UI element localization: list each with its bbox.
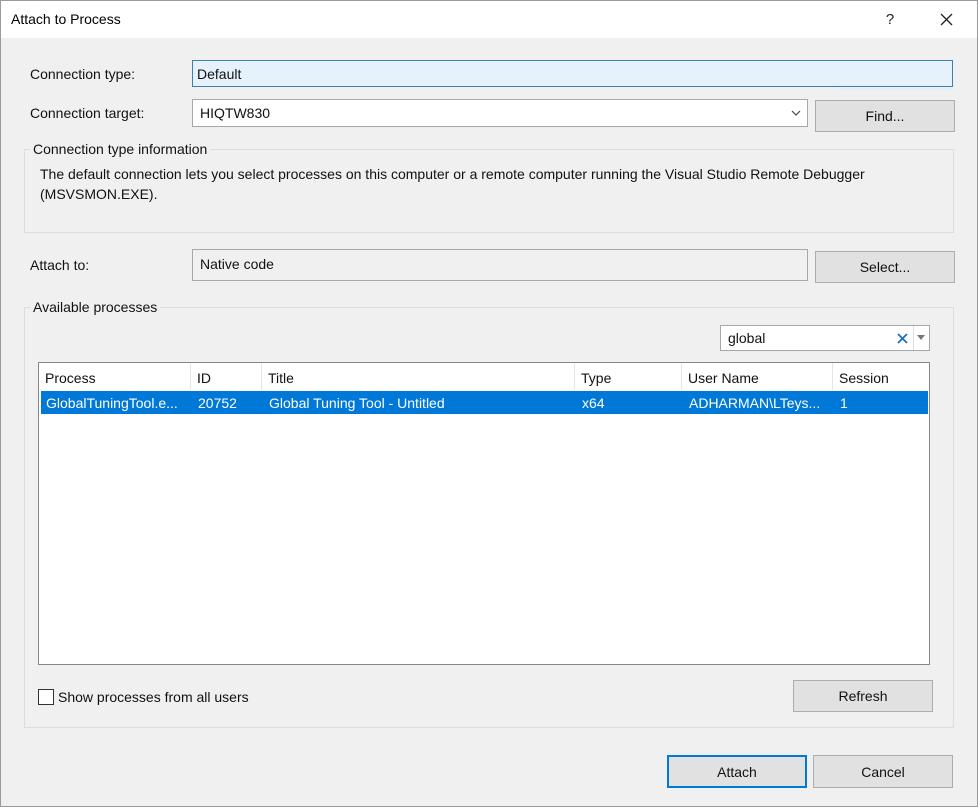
connection-type-dropdown[interactable]: Default: [192, 60, 953, 87]
column-header-id[interactable]: ID: [191, 363, 262, 390]
available-processes-title: Available processes: [30, 299, 161, 315]
search-divider: [913, 326, 914, 350]
connection-target-value: HIQTW830: [200, 105, 271, 121]
column-header-process[interactable]: Process: [39, 363, 191, 390]
column-header-user-name[interactable]: User Name: [682, 363, 833, 390]
process-filter-search[interactable]: global: [720, 325, 930, 351]
cell-session: 1: [840, 395, 848, 411]
help-button[interactable]: ?: [867, 1, 913, 38]
select-code-type-button[interactable]: Select...: [815, 251, 955, 283]
close-button[interactable]: [923, 1, 969, 38]
refresh-button[interactable]: Refresh: [793, 680, 933, 712]
column-header-session[interactable]: Session: [833, 363, 929, 390]
help-icon: ?: [885, 11, 895, 28]
attach-to-field: Native code: [192, 249, 808, 281]
close-icon: [940, 13, 952, 26]
cancel-button[interactable]: Cancel: [813, 755, 953, 788]
attach-button[interactable]: Attach: [667, 755, 807, 788]
connection-target-combobox[interactable]: HIQTW830: [192, 99, 808, 127]
process-filter-input[interactable]: global: [728, 330, 765, 346]
show-all-users-label[interactable]: Show processes from all users: [58, 689, 249, 705]
cell-id: 20752: [198, 395, 237, 411]
connection-type-value: Default: [197, 65, 242, 82]
chevron-down-icon[interactable]: [791, 108, 801, 118]
cell-title: Global Tuning Tool - Untitled: [269, 395, 445, 411]
connection-info-title: Connection type information: [30, 141, 211, 157]
connection-type-label: Connection type:: [30, 66, 136, 82]
attach-to-process-dialog: Attach to Process ? Window Sto Connectio…: [0, 0, 978, 807]
column-header-title[interactable]: Title: [262, 363, 575, 390]
table-row[interactable]: GlobalTuningTool.e... 20752 Global Tunin…: [41, 391, 928, 414]
cell-user-name: ADHARMAN\LTeys...: [689, 395, 821, 411]
show-all-users-checkbox[interactable]: [38, 689, 54, 705]
attach-to-label: Attach to:: [30, 257, 90, 273]
find-button[interactable]: Find...: [815, 100, 955, 132]
window-title: Attach to Process: [11, 11, 121, 27]
title-bar: Attach to Process ?: [1, 1, 977, 38]
chevron-down-icon[interactable]: [917, 335, 925, 341]
connection-info-description: The default connection lets you select p…: [40, 166, 865, 202]
column-header-type[interactable]: Type: [575, 363, 682, 390]
process-grid[interactable]: Process ID Title Type User Name Session …: [38, 362, 930, 665]
cell-type: x64: [582, 395, 605, 411]
cell-process: GlobalTuningTool.e...: [46, 395, 178, 411]
connection-target-label: Connection target:: [30, 105, 145, 121]
process-grid-header: Process ID Title Type User Name Session: [39, 363, 929, 390]
clear-x-icon[interactable]: [897, 333, 908, 344]
